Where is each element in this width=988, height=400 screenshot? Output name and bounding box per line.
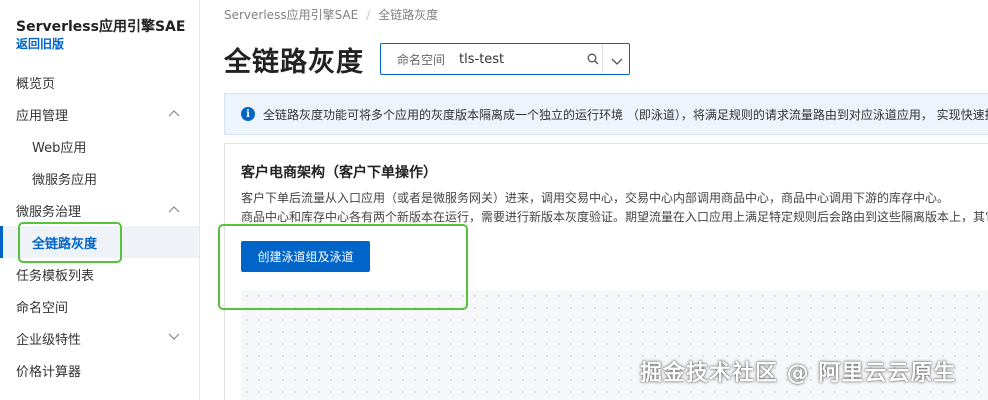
sidebar-item-label: 任务模板列表 xyxy=(16,268,95,284)
sidebar-item-label: 价格计算器 xyxy=(16,364,82,380)
chevron-up-icon xyxy=(168,205,180,214)
info-notice-text: 全链路灰度功能可将多个应用的灰度版本隔离成一个独立的运行环境 （即泳道），将满足… xyxy=(263,107,988,122)
chevron-down-icon xyxy=(168,333,180,342)
page-title: 全链路灰度 xyxy=(224,47,364,78)
namespace-select[interactable]: 命名空间 tls-test xyxy=(380,43,630,75)
sidebar-item-web-app[interactable]: Web应用 xyxy=(0,130,199,162)
sidebar-item-label: Web应用 xyxy=(32,140,87,156)
sidebar-item-microservice-app[interactable]: 微服务应用 xyxy=(0,162,199,194)
select-divider xyxy=(602,44,603,74)
card-description-line: 客户下单后流量从入口应用（或者是微服务网关）进来，调用交易中心，交易中心内部调用… xyxy=(241,191,950,205)
product-title: Serverless应用引擎SAE xyxy=(16,19,186,35)
breadcrumb-separator: / xyxy=(366,7,371,22)
sidebar-item-namespaces[interactable]: 命名空间 xyxy=(0,290,199,322)
sidebar-item-overview[interactable]: 概览页 xyxy=(0,66,199,98)
sidebar-item-label: 微服务治理 xyxy=(16,204,82,220)
sidebar: Serverless应用引擎SAE 返回旧版 概览页 应用管理 Web应用 微服… xyxy=(0,0,200,400)
sidebar-item-label: 命名空间 xyxy=(16,300,69,316)
breadcrumb-item-current: 全链路灰度 xyxy=(378,8,439,22)
sidebar-item-task-templates[interactable]: 任务模板列表 xyxy=(0,258,199,290)
card-description-line: 商品中心和库存中心各有两个新版本在运行，需要进行新版本灰度验证。期望流量在入口应… xyxy=(241,210,988,224)
create-lane-group-button[interactable]: 创建泳道组及泳道 xyxy=(241,241,370,272)
breadcrumb: Serverless应用引擎SAE / 全链路灰度 xyxy=(224,6,438,23)
chevron-up-icon xyxy=(168,109,180,118)
sidebar-item-label: 微服务应用 xyxy=(32,172,98,188)
card-title: 客户电商架构（客户下单操作） xyxy=(241,165,437,181)
sidebar-item-app-management[interactable]: 应用管理 xyxy=(0,98,199,130)
sidebar-item-microservice-governance[interactable]: 微服务治理 xyxy=(0,194,199,226)
sidebar-item-enterprise-features[interactable]: 企业级特性 xyxy=(0,322,199,354)
sidebar-item-price-calculator[interactable]: 价格计算器 xyxy=(0,354,199,386)
sidebar-item-label: 概览页 xyxy=(16,76,56,92)
info-icon: i xyxy=(241,107,255,121)
chevron-down-icon[interactable] xyxy=(611,55,623,65)
sidebar-item-label: 全链路灰度 xyxy=(32,236,98,252)
sidebar-item-label: 应用管理 xyxy=(16,108,69,124)
breadcrumb-item-product[interactable]: Serverless应用引擎SAE xyxy=(224,6,358,23)
namespace-select-value: tls-test xyxy=(459,51,505,67)
back-to-old-version-link[interactable]: 返回旧版 xyxy=(16,35,64,52)
sidebar-item-label: 企业级特性 xyxy=(16,332,82,348)
info-notice: i 全链路灰度功能可将多个应用的灰度版本隔离成一个独立的运行环境 （即泳道），将… xyxy=(224,93,988,135)
watermark: 掘金技术社区 @ 阿里云云原生 xyxy=(640,361,957,386)
card-description: 客户下单后流量从入口应用（或者是微服务网关）进来，调用交易中心，交易中心内部调用… xyxy=(241,189,988,227)
main-content: Serverless应用引擎SAE / 全链路灰度 全链路灰度 命名空间 tls… xyxy=(200,0,988,400)
search-icon xyxy=(587,53,599,65)
sidebar-item-full-link-gray[interactable]: 全链路灰度 xyxy=(0,226,199,258)
namespace-select-label: 命名空间 xyxy=(397,52,446,67)
